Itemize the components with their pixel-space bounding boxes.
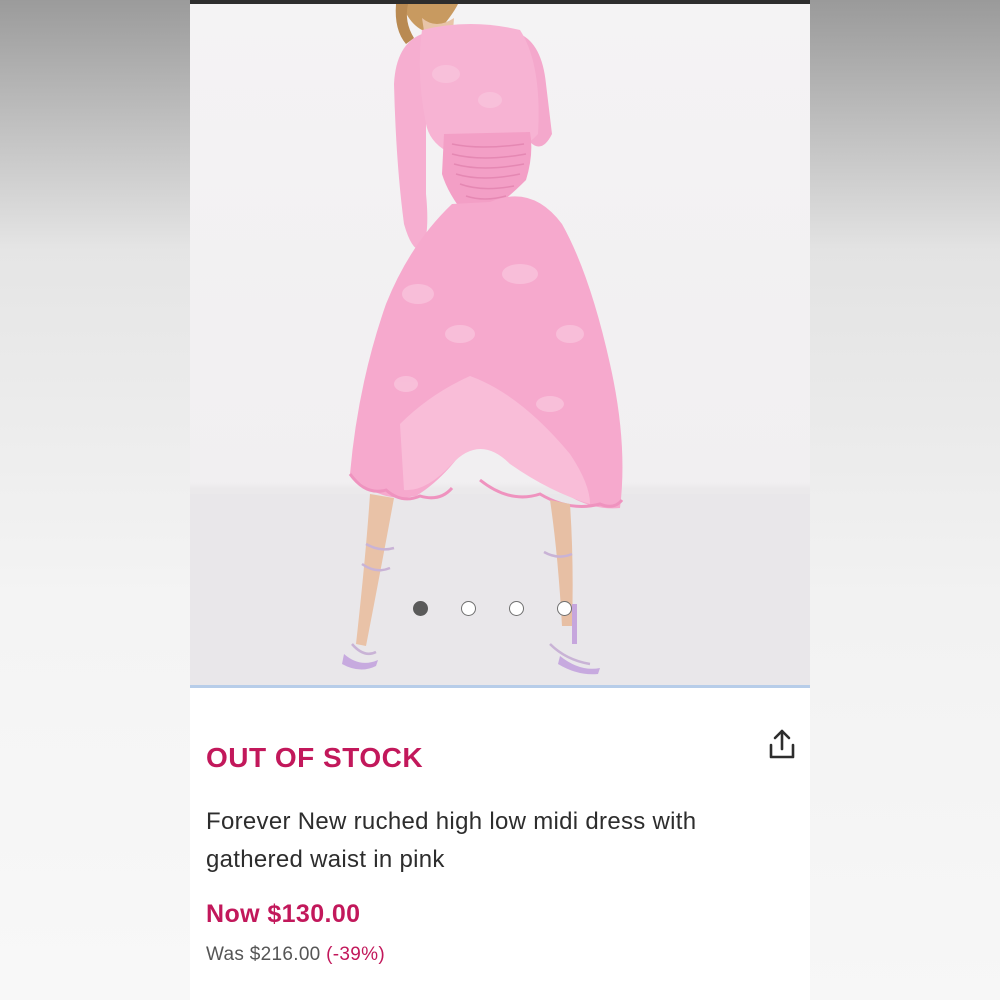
gallery-dot-4[interactable] (557, 601, 572, 616)
current-price: Now $130.00 (206, 900, 361, 928)
product-image (342, 4, 624, 675)
stock-status-label: OUT OF STOCK (206, 742, 424, 773)
gallery-dot-2[interactable] (461, 601, 476, 616)
left-blur-background (0, 0, 190, 1000)
previous-price-row: Was $216.00 (-39%) (206, 944, 385, 966)
product-image-gallery[interactable] (190, 4, 810, 687)
discount-percentage: (-39%) (326, 944, 385, 965)
share-icon (769, 729, 795, 759)
product-page: OUT OF STOCK Forever New ruched high low… (190, 0, 810, 1000)
product-info: OUT OF STOCK Forever New ruched high low… (190, 688, 810, 1000)
share-button[interactable] (764, 724, 800, 764)
gallery-dot-1[interactable] (413, 601, 428, 616)
right-blur-background (810, 0, 1000, 1000)
gallery-pagination (413, 601, 572, 619)
previous-price: Was $216.00 (206, 944, 321, 965)
gallery-dot-3[interactable] (509, 601, 524, 616)
product-title: Forever New ruched high low midi dress w… (206, 808, 697, 873)
